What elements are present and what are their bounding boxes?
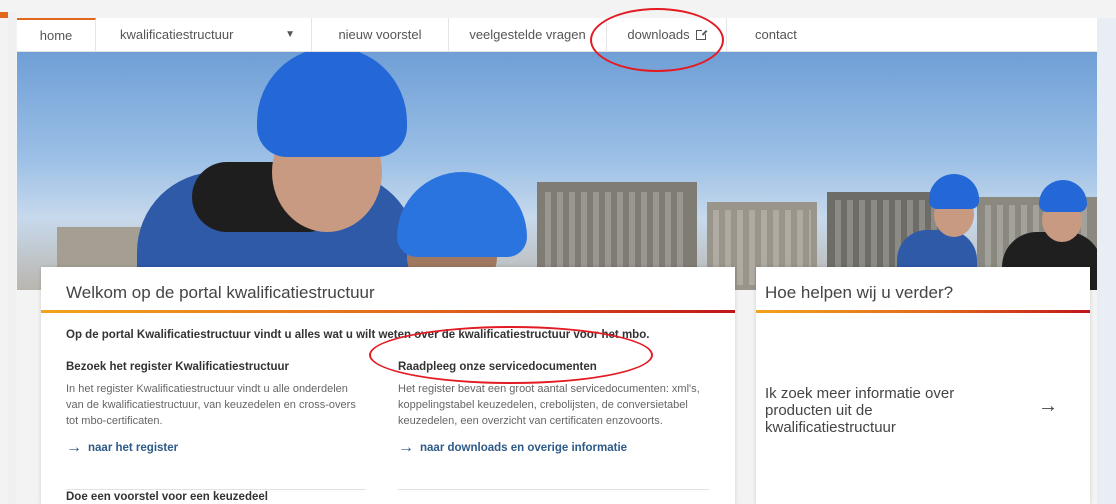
nav-kwalificatiestructuur-label: kwalificatiestructuur [120, 27, 234, 42]
help-card: Hoe helpen wij u verder? Ik zoek meer in… [756, 267, 1090, 504]
nav-nieuw-voorstel[interactable]: nieuw voorstel [312, 18, 449, 51]
servicedocumenten-section: Raadpleeg onze servicedocumenten Het reg… [398, 361, 714, 457]
nav-kwalificatiestructuur[interactable]: kwalificatiestructuur ▼ [96, 18, 312, 51]
section-divider [398, 489, 709, 490]
right-strip [1097, 18, 1116, 504]
nav-nieuw-voorstel-label: nieuw voorstel [338, 27, 422, 42]
hero-helmet [257, 52, 407, 157]
nav-home-label: home [39, 28, 73, 43]
hero-helmet [929, 174, 979, 209]
hero-image [17, 52, 1097, 290]
nav-contact[interactable]: contact [727, 18, 821, 51]
main-navigation: home kwalificatiestructuur ▼ nieuw voors… [17, 18, 1097, 52]
downloads-link[interactable]: → naar downloads en overige informatie [398, 439, 714, 457]
servicedocumenten-heading: Raadpleeg onze servicedocumenten [398, 361, 597, 373]
external-link-icon [695, 28, 707, 40]
register-heading: Bezoek het register Kwalificatiestructuu… [66, 361, 290, 373]
nav-downloads[interactable]: downloads [607, 18, 727, 51]
register-link[interactable]: → naar het register [66, 439, 366, 457]
gradient-divider [41, 310, 735, 313]
welcome-card-title: Welkom op de portal kwalificatiestructuu… [66, 283, 375, 302]
hero-helmet [397, 172, 527, 257]
arrow-right-icon: → [398, 439, 414, 456]
arrow-right-icon[interactable]: → [1038, 395, 1058, 418]
register-link-label: naar het register [88, 442, 179, 454]
voorstel-heading: Doe een voorstel voor een keuzedeel [66, 491, 268, 503]
left-strip [8, 12, 16, 504]
welcome-card: Welkom op de portal kwalificatiestructuu… [41, 267, 735, 504]
help-card-title: Hoe helpen wij u verder? [765, 283, 954, 302]
arrow-right-icon: → [66, 439, 82, 456]
accent-corner [0, 12, 8, 18]
downloads-link-label: naar downloads en overige informatie [420, 442, 628, 454]
welcome-intro: Op de portal Kwalificatiestructuur vindt… [66, 329, 650, 341]
chevron-down-icon: ▼ [285, 29, 295, 40]
nav-veelgestelde-vragen[interactable]: veelgestelde vragen [449, 18, 607, 51]
nav-contact-label: contact [755, 27, 797, 42]
gradient-divider [756, 310, 1090, 313]
register-section: Bezoek het register Kwalificatiestructuu… [66, 361, 366, 457]
section-divider [66, 489, 366, 490]
help-card-link-text[interactable]: Ik zoek meer informatie over producten u… [765, 385, 1005, 436]
servicedocumenten-text: Het register bevat een groot aantal serv… [398, 383, 700, 427]
nav-veelgestelde-vragen-label: veelgestelde vragen [469, 27, 586, 42]
hero-helmet [1039, 180, 1087, 212]
nav-home[interactable]: home [17, 18, 96, 51]
nav-downloads-label: downloads [627, 27, 690, 42]
register-text: In het register Kwalificatiestructuur vi… [66, 383, 356, 427]
